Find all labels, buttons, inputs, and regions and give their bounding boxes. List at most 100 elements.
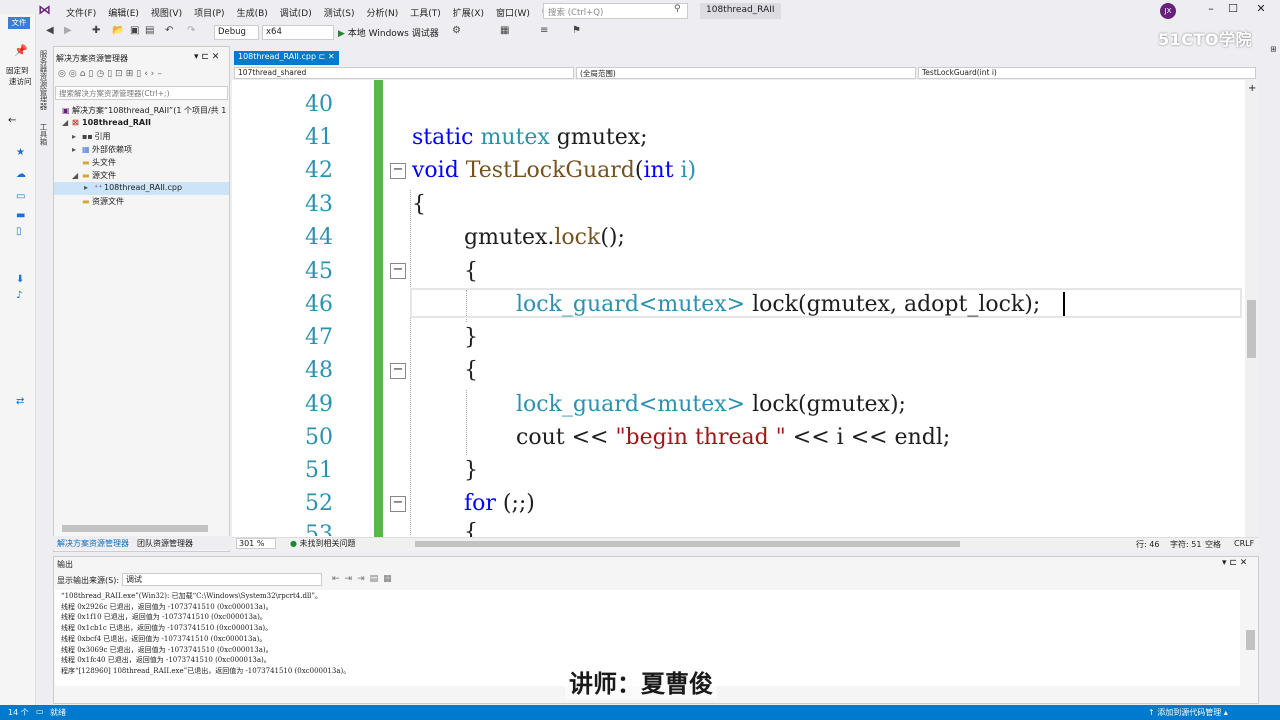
toolbar-comment-icon[interactable]: ≡	[540, 25, 548, 36]
save-icon[interactable]: ▣	[130, 25, 139, 36]
zoom-select[interactable]: 301 %	[236, 538, 276, 549]
code-line-42[interactable]: void TestLockGuard(int i)	[412, 158, 696, 183]
tree-references[interactable]: ▸ ▪▪ 引用	[72, 131, 111, 142]
code-line-53[interactable]: {	[464, 520, 478, 537]
menu-item[interactable]: 分析(N)	[360, 4, 404, 21]
code-line-46[interactable]: lock_guard<mutex> lock(gmutex, adopt_loc…	[516, 292, 1040, 317]
tree-source-files[interactable]: ◢ ▬ 源文件	[72, 170, 116, 181]
music-icon[interactable]: ♪	[16, 290, 22, 301]
output-panel-controls-icon[interactable]: ▾ ⊏ ✕	[1222, 558, 1247, 568]
quick-search-input[interactable]: 搜索 (Ctrl+Q)	[543, 3, 688, 19]
check-icon: ●	[290, 539, 297, 548]
tab-close-icon[interactable]: ✕	[328, 52, 335, 61]
toolbox-tab[interactable]: 工具箱	[38, 123, 49, 146]
output-toolbar-icons[interactable]: ⇤⇥⇥▤▦	[332, 574, 397, 584]
issues-label: 未找到相关问题	[299, 539, 356, 548]
menu-item[interactable]: 文件(F)	[60, 4, 102, 21]
output-source-select[interactable]: 调试	[122, 573, 322, 586]
tab-solution-explorer[interactable]: 解决方案资源管理器	[57, 538, 129, 549]
add-to-source-control-button[interactable]: ↑ 添加到源代码管理 ▴	[1148, 707, 1228, 718]
code-line-45[interactable]: {	[464, 259, 478, 284]
code-line-47[interactable]: }	[464, 325, 478, 350]
tree-cpp-file[interactable]: ▸ ⁺⁺ 108thread_RAII.cpp	[84, 183, 182, 192]
forward-icon[interactable]: ▶	[64, 25, 72, 36]
panel-options-icon[interactable]: ▾ ⊏ ✕	[194, 52, 219, 62]
open-icon[interactable]: 📂	[112, 25, 124, 36]
monitor-icon[interactable]: ▭	[16, 191, 25, 202]
platform-select[interactable]: x64	[262, 25, 334, 40]
tree-project[interactable]: ◢ ⊠ 108thread_RAII	[62, 118, 151, 127]
tree-solution[interactable]: ▣ 解决方案“108thread_RAII”(1 个项目/共 1	[62, 105, 226, 116]
code-text: cout <<	[516, 425, 616, 450]
code-line-52[interactable]: for (;;)	[464, 491, 535, 516]
code-line-43[interactable]: {	[412, 192, 426, 217]
solution-search-input[interactable]: 搜索解决方案资源管理器(Ctrl+;)	[55, 86, 228, 100]
member-nav-select[interactable]: TestLockGuard(int i)	[918, 67, 1256, 79]
issues-indicator[interactable]: ● 未找到相关问题	[290, 538, 356, 549]
folder-icon[interactable]: ▬	[16, 210, 25, 221]
tab-pin-icon[interactable]: ⊏	[319, 52, 326, 61]
tree-header-files[interactable]: ▬ 头文件	[82, 157, 116, 168]
menu-item[interactable]: 生成(B)	[231, 4, 274, 21]
fold-toggle-icon[interactable]: −	[390, 363, 406, 379]
code-line-49[interactable]: lock_guard<mutex> lock(gmutex);	[516, 392, 906, 417]
menu-item[interactable]: 视图(V)	[145, 4, 188, 21]
pin-icon[interactable]: 📌	[14, 44, 28, 57]
solution-explorer-toolbar-icons[interactable]: ◎◎⌂▯◷▯⊡⊞▯‹›–	[58, 69, 165, 79]
toolbar-tools-icon[interactable]: ⚙	[452, 25, 461, 36]
scope-nav-select[interactable]: (全局范围)	[576, 67, 916, 79]
redo-icon[interactable]: ↷	[187, 25, 195, 36]
code-line-41[interactable]: static mutex gmutex;	[412, 125, 648, 150]
code-line-44[interactable]: gmutex.lock();	[464, 225, 625, 250]
project-nav-select[interactable]: 107thread_shared	[234, 67, 574, 79]
split-editor-icon[interactable]: +	[1248, 83, 1256, 94]
code-line-50[interactable]: cout << "begin thread " << i << endl;	[516, 425, 950, 450]
document-tab[interactable]: 108thread_RAII.cpp ⊏ ✕	[234, 51, 339, 65]
fold-toggle-icon[interactable]: −	[390, 263, 406, 279]
output-scroll-thumb[interactable]	[1246, 630, 1255, 650]
fold-toggle-icon[interactable]: −	[390, 496, 406, 512]
undo-icon[interactable]: ↶	[165, 25, 173, 36]
menu-item[interactable]: 调试(D)	[274, 4, 318, 21]
menu-item[interactable]: 工具(T)	[404, 4, 447, 21]
editor-hscroll-thumb[interactable]	[415, 541, 960, 547]
start-debugging-button[interactable]: ▶ 本地 Windows 调试器	[338, 26, 439, 39]
code-line-51[interactable]: }	[464, 458, 478, 483]
log-line: 线程 0x3069c 已退出，返回值为 -1073741510 (0xc0000…	[61, 645, 273, 654]
properties-side-tab[interactable]: ⊞	[1262, 46, 1278, 86]
doc-icon[interactable]: ▯	[16, 226, 22, 237]
tree-resource-files[interactable]: ▬ 资源文件	[82, 196, 124, 207]
menu-item[interactable]: 窗口(W)	[490, 4, 536, 21]
search-icon[interactable]: ⚲	[674, 4, 681, 14]
close-icon[interactable]: ✕	[1250, 2, 1272, 15]
menu-item[interactable]: 测试(S)	[318, 4, 361, 21]
tree-external-dependencies[interactable]: ▸ ▦ 外部依赖项	[72, 144, 132, 155]
menu-item[interactable]: 项目(P)	[188, 4, 230, 21]
back-icon[interactable]: ◀	[46, 25, 54, 36]
back-arrow-icon[interactable]: ←	[8, 115, 16, 126]
menu-item[interactable]: 扩展(X)	[447, 4, 490, 21]
maximize-icon[interactable]: ☐	[1222, 2, 1244, 15]
tree-label: 引用	[94, 132, 111, 141]
cloud-icon[interactable]: ☁	[16, 169, 26, 180]
toolbar-format-icon[interactable]: ▦	[500, 25, 509, 36]
configuration-select[interactable]: Debug	[214, 25, 259, 40]
menu-item[interactable]: 编辑(E)	[102, 4, 145, 21]
code-line-48[interactable]: {	[464, 358, 478, 383]
user-avatar[interactable]: JX	[1160, 3, 1176, 19]
star-icon[interactable]: ★	[16, 147, 25, 158]
download-icon[interactable]: ⬇	[16, 274, 24, 285]
new-project-icon[interactable]: ✚	[92, 25, 100, 36]
file-tab[interactable]: 文件	[8, 17, 30, 29]
fold-toggle-icon[interactable]: −	[390, 163, 406, 179]
solution-hscroll-thumb[interactable]	[62, 525, 208, 532]
bookmark-icon[interactable]: ⚑	[572, 25, 581, 36]
tab-team-explorer[interactable]: 团队资源管理器	[137, 538, 193, 549]
share-icon[interactable]: ⇄	[16, 396, 24, 407]
save-all-icon[interactable]: ▤	[145, 25, 154, 36]
server-explorer-tab[interactable]: 服务器资源管理器	[38, 50, 49, 110]
code-text: gmutex;	[556, 125, 648, 150]
expand-arrow-icon: ◢	[62, 118, 69, 127]
minimize-icon[interactable]: –	[1200, 2, 1222, 15]
editor-scroll-thumb[interactable]	[1247, 300, 1256, 358]
